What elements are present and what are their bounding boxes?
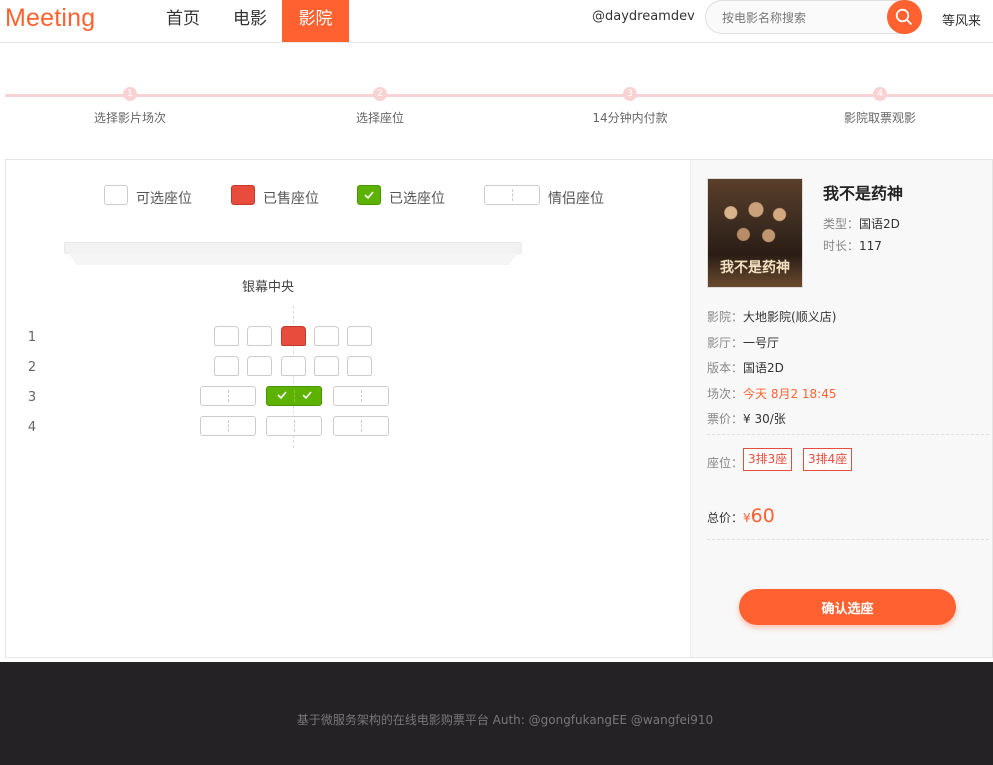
row-number: 2 (27, 360, 37, 375)
couple-seat-selected[interactable] (266, 386, 322, 406)
step-2: 2 选择座位 (255, 85, 505, 126)
check-icon (364, 191, 374, 200)
selected-seat-tag[interactable]: 3排3座 (743, 448, 793, 471)
seat[interactable] (247, 326, 272, 346)
step-label: 14分钟内付款 (592, 111, 668, 125)
selected-seat-icon (357, 185, 381, 205)
hall-info: 影厅：一号厅 (707, 336, 780, 350)
divider (707, 434, 989, 435)
header: Meeting 首页 电影 影院 @daydreamdev 等风来 (0, 0, 993, 43)
order-summary: 我不是药神 我不是药神 类型：国语2D 时长：117 影院：大地影院(顺义店) … (690, 160, 992, 657)
confirm-seat-button[interactable]: 确认选座 (739, 589, 956, 625)
logo[interactable]: Meeting (5, 4, 95, 33)
cinema-info: 影院：大地影院(顺义店) (707, 310, 837, 324)
couple-seat[interactable] (333, 416, 389, 436)
screen (64, 242, 522, 265)
couple-seat[interactable] (200, 416, 256, 436)
step-dot: 3 (623, 87, 637, 101)
seat[interactable] (314, 356, 339, 376)
screen-top (64, 242, 522, 254)
session-info: 场次：今天 8月2 18:45 (707, 387, 837, 401)
sold-seat-icon (231, 185, 255, 205)
footer-text: 基于微服务架构的在线电影购票平台 Auth: @gongfukangEE @wa… (296, 713, 714, 727)
seat[interactable] (214, 356, 239, 376)
couple-seat[interactable] (333, 386, 389, 406)
row-number: 3 (27, 390, 37, 405)
seat[interactable] (314, 326, 339, 346)
user-menu[interactable]: 等风来 (942, 10, 981, 29)
check-icon (277, 391, 287, 400)
nav-home[interactable]: 首页 (158, 0, 208, 42)
screen-center-label: 银幕中央 (242, 280, 295, 295)
seat[interactable] (347, 356, 372, 376)
step-1: 1 选择影片场次 (5, 85, 255, 126)
divider (707, 539, 989, 540)
step-dot: 1 (123, 87, 137, 101)
poster-title: 我不是药神 (720, 260, 790, 276)
couple-seat[interactable] (200, 386, 256, 406)
step-dot: 2 (373, 87, 387, 101)
progress-steps: 1 选择影片场次 2 选择座位 3 14分钟内付款 4 影院取票观影 (0, 85, 993, 130)
step-label: 影院取票观影 (843, 111, 916, 125)
nav-movies[interactable]: 电影 (225, 0, 275, 42)
screen-bottom (68, 253, 518, 265)
row-number: 4 (27, 420, 37, 435)
seat[interactable] (247, 356, 272, 376)
movie-title: 我不是药神 (823, 184, 904, 203)
step-dot: 4 (873, 87, 887, 101)
row-number: 1 (27, 330, 37, 345)
couple-seat-icon (484, 185, 540, 205)
poster-art (714, 191, 798, 253)
legend-label: 可选座位 (136, 191, 192, 207)
step-3: 3 14分钟内付款 (505, 85, 755, 126)
legend-label: 已售座位 (263, 191, 319, 207)
available-seat-icon (104, 185, 128, 205)
seat-sold (281, 326, 306, 346)
movie-poster: 我不是药神 (707, 178, 803, 288)
user-handle[interactable]: @daydreamdev (592, 9, 695, 24)
total-price: 总价：¥60 (707, 505, 775, 527)
seat[interactable] (281, 356, 306, 376)
seats-label: 座位： (707, 456, 744, 470)
seat[interactable] (214, 326, 239, 346)
seat[interactable] (347, 326, 372, 346)
search-icon (895, 8, 912, 25)
version-info: 版本：国语2D (707, 361, 784, 375)
movie-duration: 时长：117 (823, 239, 882, 253)
movie-type: 类型：国语2D (823, 217, 900, 231)
seat-selection-panel: 可选座位 已售座位 已选座位 情侣座位 银幕中央 1 2 3 4 我不是药神 我… (5, 159, 993, 658)
nav-cinemas[interactable]: 影院 (282, 0, 349, 42)
footer: 基于微服务架构的在线电影购票平台 Auth: @gongfukangEE @wa… (0, 662, 993, 765)
seat-map: 可选座位 已售座位 已选座位 情侣座位 银幕中央 1 2 3 4 (6, 160, 690, 657)
selected-seat-tag[interactable]: 3排4座 (803, 448, 853, 471)
search-button[interactable] (887, 0, 922, 34)
ticket-price-info: 票价：¥ 30/张 (707, 412, 786, 426)
couple-seat[interactable] (266, 416, 322, 436)
search-box (705, 0, 922, 34)
step-4: 4 影院取票观影 (755, 85, 993, 126)
step-label: 选择影片场次 (93, 111, 166, 125)
search-input[interactable] (722, 9, 882, 27)
legend-label: 情侣座位 (548, 191, 604, 207)
check-icon (302, 391, 312, 400)
step-label: 选择座位 (355, 111, 404, 125)
legend-label: 已选座位 (389, 191, 445, 207)
